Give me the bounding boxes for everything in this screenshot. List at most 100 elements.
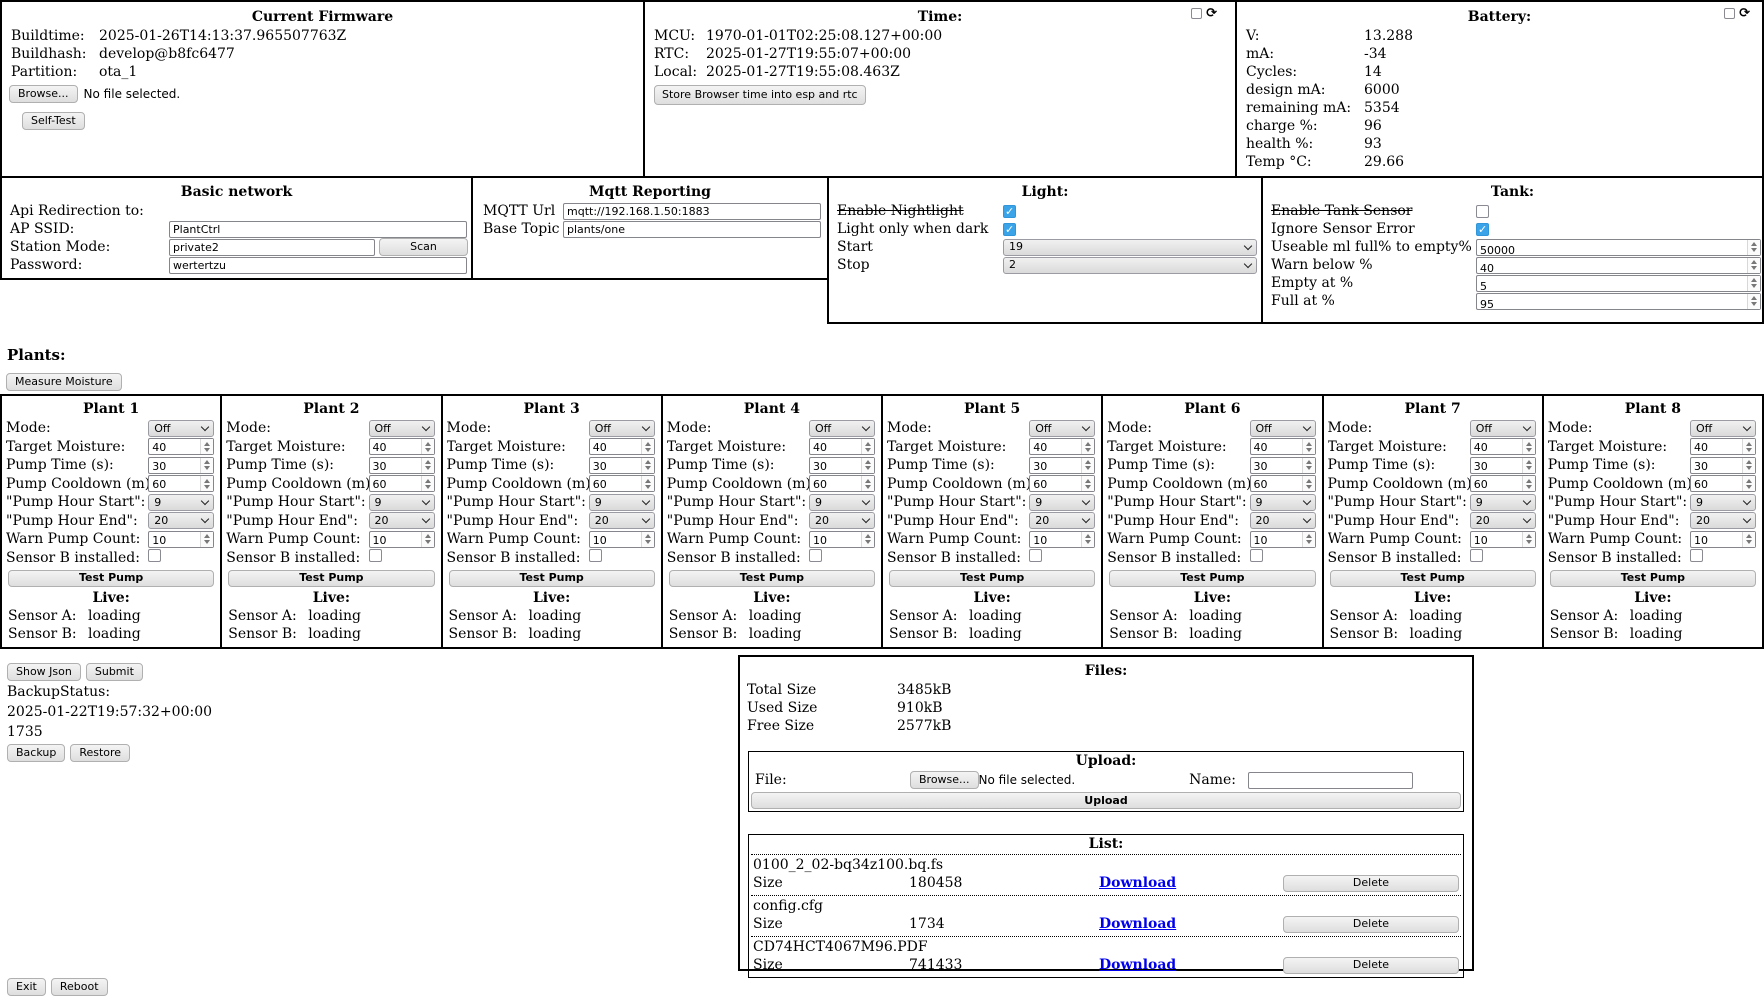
sensor-b-checkbox[interactable] <box>1470 549 1483 562</box>
mode-select[interactable]: Off <box>369 420 435 437</box>
pump-time-input[interactable]: 30 <box>148 457 214 474</box>
spinner-icon[interactable] <box>200 458 213 473</box>
spinner-icon[interactable] <box>1742 439 1755 454</box>
pump-hour-end-select[interactable]: 20 <box>1250 512 1316 529</box>
pump-hour-start-select[interactable]: 9 <box>148 494 214 511</box>
spinner-icon[interactable] <box>1302 458 1315 473</box>
mode-select[interactable]: Off <box>1029 420 1095 437</box>
pump-time-input[interactable]: 30 <box>589 457 655 474</box>
pump-time-input[interactable]: 30 <box>369 457 435 474</box>
mode-select[interactable]: Off <box>1690 420 1756 437</box>
pump-hour-end-select[interactable]: 20 <box>809 512 875 529</box>
store-browser-time-button[interactable]: Store Browser time into esp and rtc <box>654 85 866 105</box>
warn-pump-count-input[interactable]: 10 <box>1690 531 1756 548</box>
mode-select[interactable]: Off <box>1470 420 1536 437</box>
pump-cooldown-input[interactable]: 60 <box>369 475 435 492</box>
mode-select[interactable]: Off <box>589 420 655 437</box>
spinner-icon[interactable] <box>421 439 434 454</box>
test-pump-button[interactable]: Test Pump <box>669 570 875 587</box>
spinner-icon[interactable] <box>1742 532 1755 547</box>
exit-button[interactable]: Exit <box>7 978 46 996</box>
warn-pump-count-input[interactable]: 10 <box>1470 531 1536 548</box>
spinner-icon[interactable] <box>1302 532 1315 547</box>
spinner-icon[interactable] <box>200 532 213 547</box>
spinner-icon[interactable] <box>1742 476 1755 491</box>
pump-cooldown-input[interactable]: 60 <box>1029 475 1095 492</box>
scan-button[interactable]: Scan <box>379 238 468 256</box>
submit-button[interactable]: Submit <box>86 663 143 681</box>
firmware-browse-button[interactable]: Browse... <box>9 85 78 103</box>
spinner-icon[interactable] <box>861 439 874 454</box>
test-pump-button[interactable]: Test Pump <box>1330 570 1536 587</box>
pump-cooldown-input[interactable]: 60 <box>148 475 214 492</box>
spinner-icon[interactable] <box>1747 294 1760 309</box>
pump-hour-end-select[interactable]: 20 <box>1470 512 1536 529</box>
test-pump-button[interactable]: Test Pump <box>1109 570 1315 587</box>
sensor-b-checkbox[interactable] <box>148 549 161 562</box>
sensor-b-checkbox[interactable] <box>1690 549 1703 562</box>
spinner-icon[interactable] <box>1747 276 1760 291</box>
delete-button[interactable]: Delete <box>1283 916 1459 933</box>
warn-pump-count-input[interactable]: 10 <box>148 531 214 548</box>
upload-button[interactable]: Upload <box>751 792 1461 809</box>
enable-nightlight-checkbox[interactable] <box>1003 205 1016 218</box>
empty-at-input[interactable]: 5 <box>1476 275 1761 292</box>
pump-time-input[interactable]: 30 <box>1250 457 1316 474</box>
test-pump-button[interactable]: Test Pump <box>889 570 1095 587</box>
spinner-icon[interactable] <box>421 458 434 473</box>
target-moisture-input[interactable]: 40 <box>1250 438 1316 455</box>
warn-pump-count-input[interactable]: 10 <box>1029 531 1095 548</box>
warn-pump-count-input[interactable]: 10 <box>369 531 435 548</box>
download-link[interactable]: Download <box>1099 956 1283 974</box>
spinner-icon[interactable] <box>200 476 213 491</box>
pump-cooldown-input[interactable]: 60 <box>1470 475 1536 492</box>
pump-hour-start-select[interactable]: 9 <box>1470 494 1536 511</box>
target-moisture-input[interactable]: 40 <box>148 438 214 455</box>
spinner-icon[interactable] <box>1742 458 1755 473</box>
target-moisture-input[interactable]: 40 <box>369 438 435 455</box>
pump-time-input[interactable]: 30 <box>1470 457 1536 474</box>
spinner-icon[interactable] <box>1302 439 1315 454</box>
base-topic-input[interactable] <box>563 221 821 238</box>
delete-button[interactable]: Delete <box>1283 957 1459 974</box>
pump-hour-start-select[interactable]: 9 <box>369 494 435 511</box>
useable-ml-input[interactable]: 50000 <box>1476 239 1761 256</box>
reboot-button[interactable]: Reboot <box>51 978 108 996</box>
spinner-icon[interactable] <box>1302 476 1315 491</box>
spinner-icon[interactable] <box>641 458 654 473</box>
sensor-b-checkbox[interactable] <box>809 549 822 562</box>
pump-cooldown-input[interactable]: 60 <box>589 475 655 492</box>
light-only-dark-checkbox[interactable] <box>1003 223 1016 236</box>
spinner-icon[interactable] <box>1081 476 1094 491</box>
upload-name-input[interactable] <box>1248 772 1413 789</box>
refresh-icon[interactable]: ⟳ <box>1739 8 1750 19</box>
spinner-icon[interactable] <box>641 532 654 547</box>
spinner-icon[interactable] <box>861 532 874 547</box>
spinner-icon[interactable] <box>1081 439 1094 454</box>
sensor-b-checkbox[interactable] <box>369 549 382 562</box>
backup-button[interactable]: Backup <box>7 744 65 762</box>
spinner-icon[interactable] <box>1747 240 1760 255</box>
target-moisture-input[interactable]: 40 <box>1029 438 1095 455</box>
spinner-icon[interactable] <box>421 476 434 491</box>
pump-cooldown-input[interactable]: 60 <box>1690 475 1756 492</box>
password-input[interactable] <box>169 257 467 274</box>
pump-hour-end-select[interactable]: 20 <box>589 512 655 529</box>
spinner-icon[interactable] <box>861 476 874 491</box>
mqtt-url-input[interactable] <box>563 203 821 220</box>
ignore-sensor-error-checkbox[interactable] <box>1476 223 1489 236</box>
pump-hour-start-select[interactable]: 9 <box>1029 494 1095 511</box>
target-moisture-input[interactable]: 40 <box>589 438 655 455</box>
warn-below-input[interactable]: 40 <box>1476 257 1761 274</box>
pump-cooldown-input[interactable]: 60 <box>809 475 875 492</box>
spinner-icon[interactable] <box>1081 532 1094 547</box>
pump-hour-end-select[interactable]: 20 <box>1029 512 1095 529</box>
spinner-icon[interactable] <box>641 439 654 454</box>
spinner-icon[interactable] <box>1522 439 1535 454</box>
pump-time-input[interactable]: 30 <box>1029 457 1095 474</box>
light-start-select[interactable]: 19 <box>1003 239 1257 256</box>
download-link[interactable]: Download <box>1099 874 1283 892</box>
light-stop-select[interactable]: 2 <box>1003 257 1257 274</box>
pump-hour-start-select[interactable]: 9 <box>809 494 875 511</box>
test-pump-button[interactable]: Test Pump <box>1550 570 1756 587</box>
